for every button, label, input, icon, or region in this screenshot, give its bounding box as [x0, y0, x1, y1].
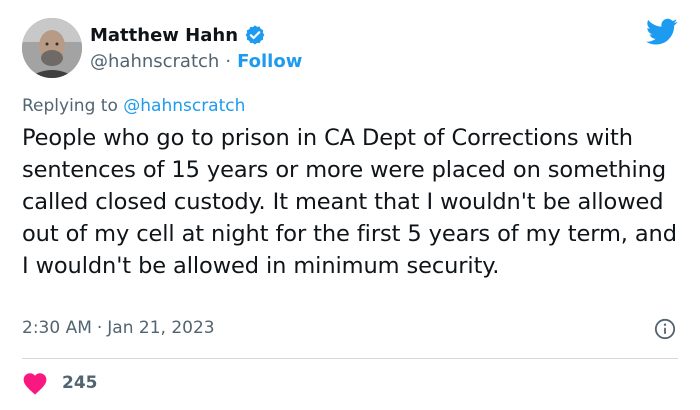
- info-icon[interactable]: [654, 318, 676, 340]
- author-name-row: Matthew Hahn: [90, 24, 266, 46]
- author-name[interactable]: Matthew Hahn: [90, 25, 238, 46]
- divider: [22, 358, 678, 359]
- avatar-image: [22, 18, 82, 78]
- replying-prefix: Replying to: [22, 96, 124, 116]
- tweet-date: Jan 21, 2023: [107, 318, 215, 338]
- replying-handle-link[interactable]: @hahnscratch: [123, 96, 245, 116]
- follow-button[interactable]: Follow: [237, 51, 302, 72]
- verified-badge-icon: [245, 25, 265, 45]
- tweet-time: 2:30 AM: [22, 318, 92, 338]
- like-count: 245: [62, 373, 98, 393]
- replying-to: Replying to @hahnscratch: [22, 96, 245, 116]
- separator-dot: ·: [225, 51, 232, 72]
- avatar[interactable]: [22, 18, 82, 78]
- tweet-text: People who go to prison in CA Dept of Co…: [22, 125, 677, 279]
- author-handle-row: @hahnscratch · Follow: [90, 51, 302, 72]
- tweet-timestamp[interactable]: 2:30 AM · Jan 21, 2023: [22, 318, 215, 338]
- heart-icon[interactable]: [22, 371, 48, 395]
- separator-dot: ·: [96, 318, 103, 338]
- like-action[interactable]: 245: [22, 371, 98, 395]
- twitter-bird-icon[interactable]: [646, 18, 678, 46]
- author-handle[interactable]: @hahnscratch: [90, 51, 219, 72]
